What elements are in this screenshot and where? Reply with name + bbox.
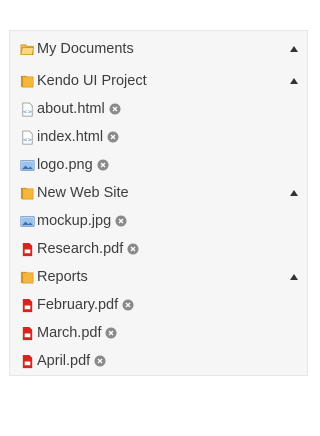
file-item-label: February.pdf [37, 297, 119, 313]
pdf-file-icon [20, 242, 35, 257]
remove-icon[interactable] [105, 327, 117, 339]
image-file-icon [20, 158, 35, 173]
panel-bar: My Documents Kendo UI Project <> about.h… [9, 30, 308, 376]
panel-item-label: Kendo UI Project [37, 73, 147, 89]
file-item-february-pdf[interactable]: February.pdf [20, 291, 134, 319]
svg-text:<>: <> [23, 137, 33, 143]
pdf-file-icon [20, 298, 35, 313]
collapse-arrow-icon[interactable] [290, 190, 298, 196]
file-item-march-pdf[interactable]: March.pdf [20, 319, 117, 347]
collapse-arrow-icon[interactable] [290, 46, 298, 52]
pdf-file-icon [20, 354, 35, 369]
collapse-arrow-icon[interactable] [290, 274, 298, 280]
file-item-label: logo.png [37, 157, 93, 173]
panel-item-kendo-ui-project[interactable]: Kendo UI Project [20, 67, 298, 95]
file-item-research-pdf[interactable]: Research.pdf [20, 235, 139, 263]
panel-item-new-web-site[interactable]: New Web Site [20, 179, 298, 207]
folder-icon [20, 74, 35, 89]
file-item-label: about.html [37, 101, 105, 117]
remove-icon[interactable] [107, 131, 119, 143]
remove-icon[interactable] [127, 243, 139, 255]
file-item-label: April.pdf [37, 353, 91, 369]
image-file-icon [20, 214, 35, 229]
file-item-mockup-jpg[interactable]: mockup.jpg [20, 207, 127, 235]
panel-item-reports[interactable]: Reports [20, 263, 298, 291]
file-item-label: Research.pdf [37, 241, 124, 257]
file-item-april-pdf[interactable]: April.pdf [20, 347, 106, 375]
file-item-index-html[interactable]: <> index.html [20, 123, 119, 151]
remove-icon[interactable] [122, 299, 134, 311]
svg-text:<>: <> [23, 109, 33, 115]
file-item-label: March.pdf [37, 325, 102, 341]
collapse-arrow-icon[interactable] [290, 78, 298, 84]
html-file-icon: <> [20, 130, 35, 145]
folder-icon [20, 270, 35, 285]
remove-icon[interactable] [97, 159, 109, 171]
remove-icon[interactable] [109, 103, 121, 115]
folder-icon [20, 186, 35, 201]
panel-item-label: Reports [37, 269, 88, 285]
html-file-icon: <> [20, 102, 35, 117]
pdf-file-icon [20, 326, 35, 341]
remove-icon[interactable] [115, 215, 127, 227]
panel-header-label: My Documents [37, 41, 134, 57]
folder-open-icon [20, 42, 35, 57]
remove-icon[interactable] [94, 355, 106, 367]
file-item-about-html[interactable]: <> about.html [20, 95, 121, 123]
file-item-logo-png[interactable]: logo.png [20, 151, 109, 179]
panel-item-label: New Web Site [37, 185, 129, 201]
panel-header-my-documents[interactable]: My Documents [20, 35, 298, 63]
file-item-label: mockup.jpg [37, 213, 112, 229]
file-item-label: index.html [37, 129, 104, 145]
